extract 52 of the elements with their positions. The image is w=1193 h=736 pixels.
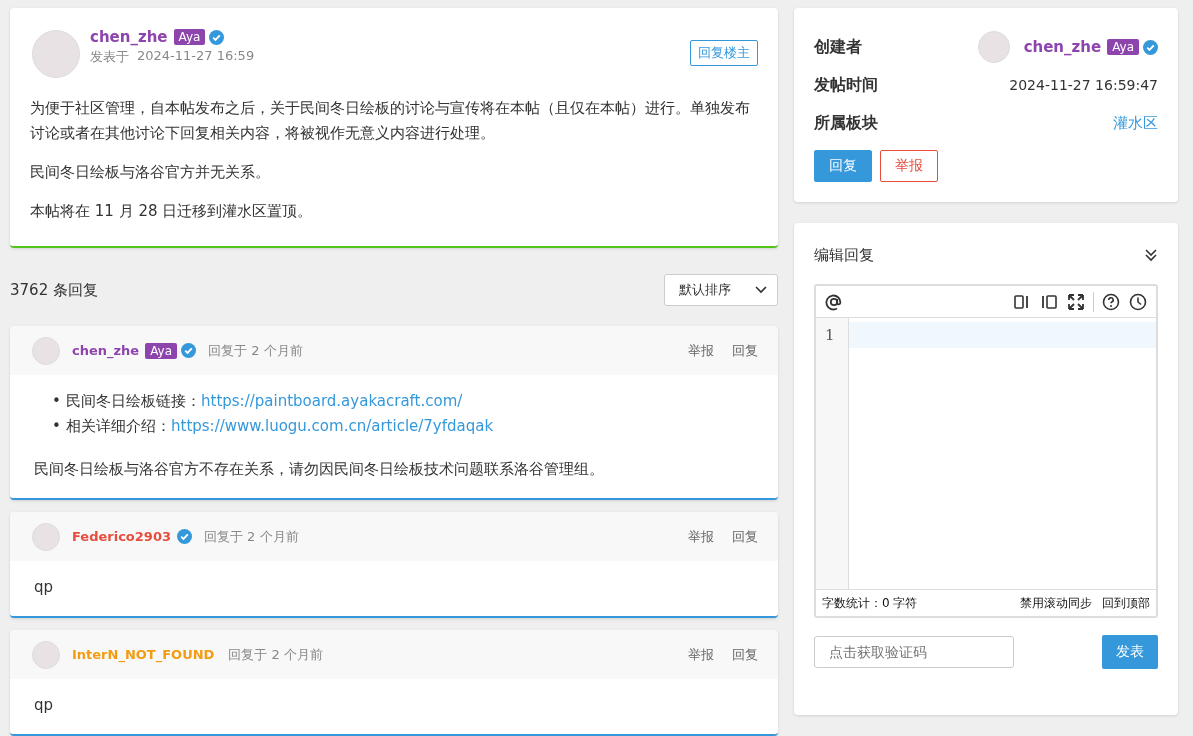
report-button[interactable]: 举报 xyxy=(880,150,938,182)
editor-footer-link[interactable]: 禁用滚动同步 xyxy=(1020,594,1092,612)
word-count: 字数统计：0 字符 xyxy=(822,594,918,612)
user-tag: Aya xyxy=(173,29,206,45)
url-link[interactable]: https://www.luogu.com.cn/article/7yfdaqak xyxy=(171,414,494,439)
reply-time: 回复于 2 个月前 xyxy=(208,341,303,360)
collapse-icon[interactable] xyxy=(1144,248,1158,262)
captcha-field[interactable]: 点击获取验证码 xyxy=(814,636,1014,668)
submit-button[interactable]: 发表 xyxy=(1102,635,1158,669)
post-time: 2024-11-27 16:59:47 xyxy=(1009,77,1158,93)
fullscreen-icon[interactable] xyxy=(1066,291,1086,312)
reply-text: qp xyxy=(34,695,55,716)
help-icon[interactable] xyxy=(1101,291,1121,312)
info-label: 发帖时间 xyxy=(814,74,878,96)
url-link[interactable]: https://paintboard.ayakacraft.com/ xyxy=(201,389,463,414)
sort-dropdown[interactable]: 默认排序 xyxy=(664,274,778,306)
reply-button[interactable]: 回复 xyxy=(814,150,872,182)
username[interactable]: Federico2903 xyxy=(72,529,171,544)
user-tag: Aya xyxy=(1107,39,1139,55)
posted-label: 发表于 xyxy=(90,48,129,66)
bullet: • xyxy=(52,416,62,437)
username[interactable]: chen_zhe xyxy=(1023,38,1102,56)
reply-time: 回复于 2 个月前 xyxy=(204,527,299,546)
reply-action-link[interactable]: 举报 xyxy=(688,645,714,664)
reply-time: 回复于 2 个月前 xyxy=(228,645,323,664)
reply-text: 民间冬日绘板与洛谷官方不存在关系，请勿因民间冬日绘板技术问题联系洛谷管理组。 xyxy=(34,459,605,480)
info-label: 所属板块 xyxy=(814,112,878,134)
clock-icon[interactable] xyxy=(1128,291,1148,312)
reply-action-link[interactable]: 回复 xyxy=(732,645,758,664)
reply-text: qp xyxy=(34,577,55,598)
list-label: 相关详细介绍： xyxy=(66,416,171,437)
reply-action-link[interactable]: 回复 xyxy=(732,527,758,546)
line-number: 1 xyxy=(824,325,836,346)
post-paragraph: 民间冬日绘板与洛谷官方并无关系。 xyxy=(30,162,271,183)
editor-footer-link[interactable]: 回到顶部 xyxy=(1102,594,1150,612)
forum-link[interactable]: 灌水区 xyxy=(1113,113,1158,133)
list-label: 民间冬日绘板链接： xyxy=(66,391,201,412)
reply-action-link[interactable]: 举报 xyxy=(688,341,714,360)
chevron-down-icon xyxy=(755,286,767,294)
user-tag: Aya xyxy=(145,342,178,359)
post-paragraph: 本帖将在 11 月 28 日迁移到灌水区置顶。 xyxy=(30,201,314,222)
username[interactable]: chen_zhe xyxy=(90,28,168,46)
post-paragraph: 为便于社区管理，自本帖发布之后，关于民间冬日绘板的讨论与宣传将在本帖（且仅在本帖）进行。单独发布讨论或者在其他讨论下回复相关内容，将被视作无意义内容进行处理。 xyxy=(30,98,751,144)
reply-action-link[interactable]: 举报 xyxy=(688,527,714,546)
editor-title: 编辑回复 xyxy=(814,245,874,265)
bullet: • xyxy=(52,391,62,412)
info-label: 创建者 xyxy=(814,36,862,58)
username[interactable]: chen_zhe xyxy=(72,343,140,358)
reply-action-link[interactable]: 回复 xyxy=(732,341,758,360)
posted-time: 2024-11-27 16:59 xyxy=(137,48,255,65)
reply-op-button[interactable]: 回复楼主 xyxy=(690,40,758,66)
reply-count: 3762 条回复 xyxy=(10,280,98,300)
